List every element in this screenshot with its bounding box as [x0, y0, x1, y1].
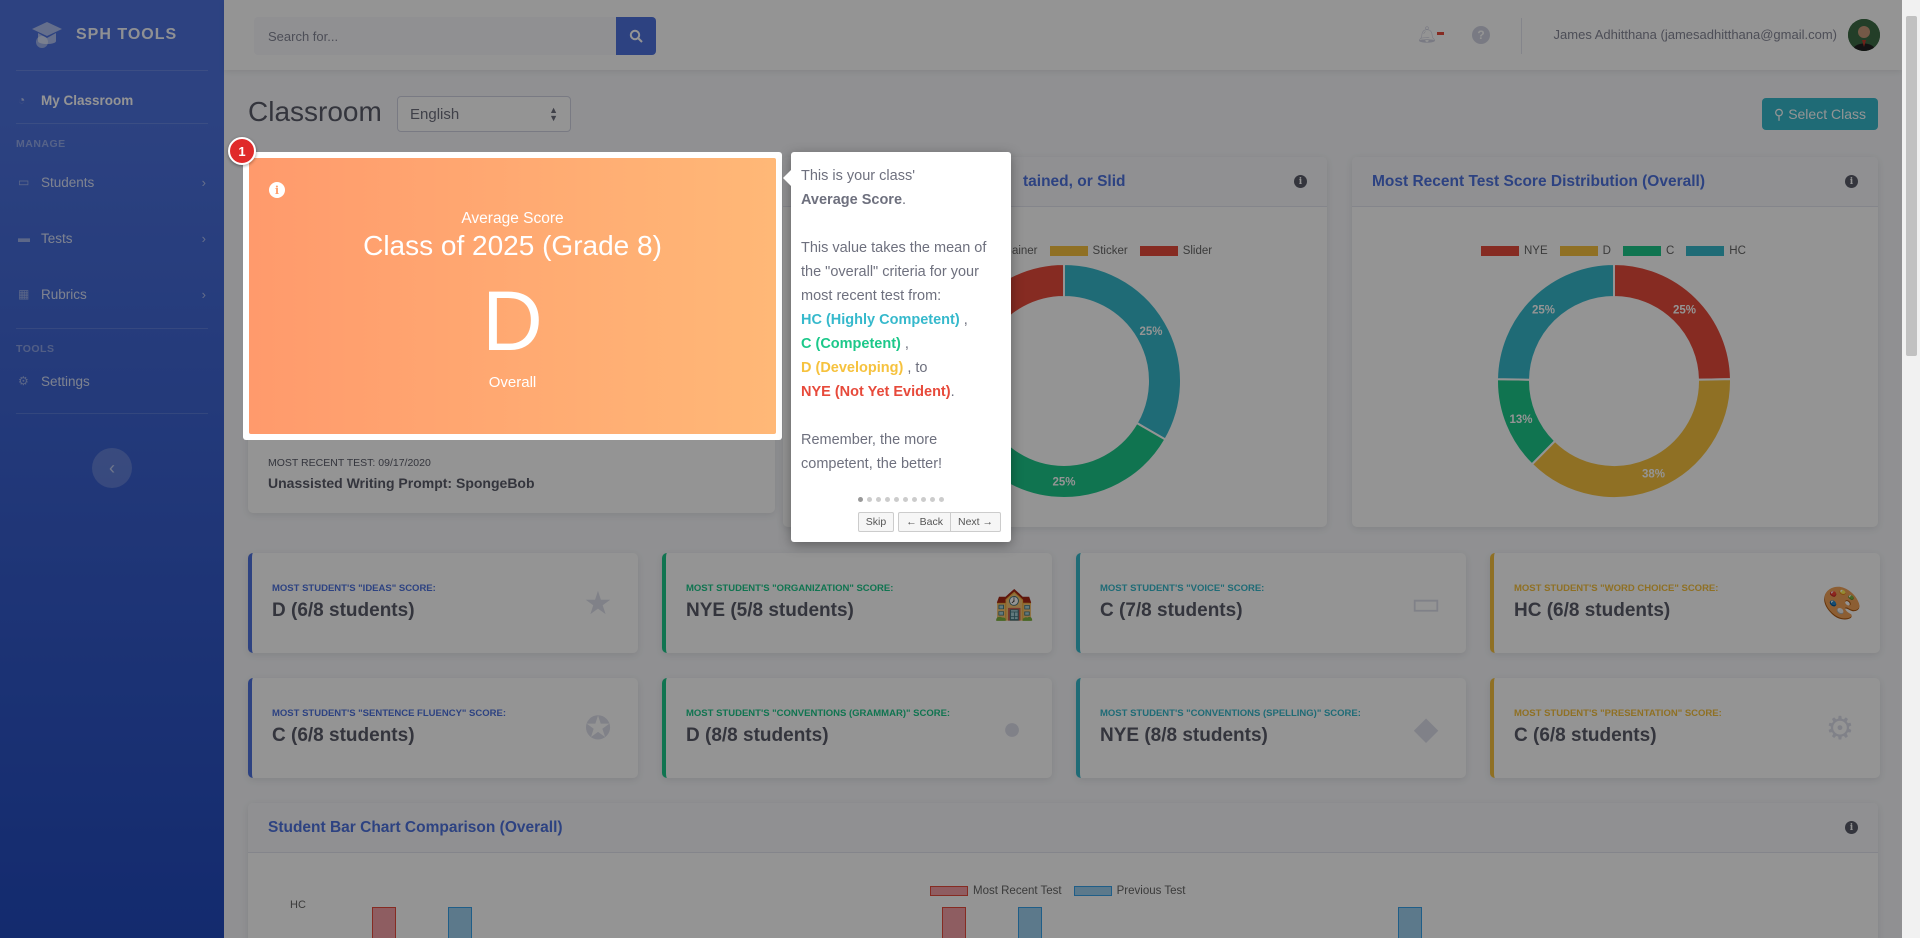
tour-c: C (Competent) — [801, 336, 901, 352]
tour-dot[interactable] — [921, 497, 926, 502]
average-score-panel: i Average Score Class of 2025 (Grade 8) … — [249, 158, 776, 434]
class-name: Class of 2025 (Grade 8) — [363, 230, 662, 261]
tour-next-button[interactable]: Next → — [950, 512, 1001, 532]
tour-dot[interactable] — [867, 497, 872, 502]
average-grade: D — [482, 274, 543, 368]
tour-dot[interactable] — [885, 497, 890, 502]
tour-line: This value takes the mean of the "overal… — [801, 240, 987, 304]
tour-dot[interactable] — [876, 497, 881, 502]
tour-dot[interactable] — [894, 497, 899, 502]
tour-d: D (Developing) — [801, 360, 904, 376]
tour-dot[interactable] — [858, 497, 863, 502]
tour-highlight: i Average Score Class of 2025 (Grade 8) … — [243, 152, 782, 440]
tour-dot[interactable] — [903, 497, 908, 502]
tour-popover: This is your class' Average Score. This … — [783, 152, 1011, 542]
tour-buttons: Skip ← Back Next → — [857, 512, 1001, 532]
page-scrollbar[interactable] — [1902, 0, 1920, 938]
tour-skip-button[interactable]: Skip — [857, 512, 895, 532]
popover-arrow — [783, 170, 791, 186]
tour-dot[interactable] — [930, 497, 935, 502]
score-subtitle: Average Score — [461, 210, 564, 227]
tour-dot[interactable] — [939, 497, 944, 502]
tour-line: This is your class' — [801, 168, 915, 184]
tour-line: Remember, the more competent, the better… — [801, 432, 943, 472]
tour-step-badge: 1 — [228, 137, 256, 165]
info-icon[interactable]: i — [269, 182, 285, 198]
tour-nye: NYE (Not Yet Evident) — [801, 384, 951, 400]
tour-hc: HC (Highly Competent) — [801, 312, 960, 328]
tour-dot[interactable] — [912, 497, 917, 502]
tour-line: , to — [907, 360, 928, 376]
tour-emphasis: Average Score — [801, 192, 903, 208]
tour-nav-group: ← Back Next → — [898, 512, 1001, 532]
tour-text: This is your class' Average Score. This … — [801, 168, 987, 472]
tour-back-button[interactable]: ← Back — [898, 512, 951, 532]
scrollbar-thumb[interactable] — [1906, 16, 1917, 356]
score-caption: Overall — [488, 374, 537, 391]
